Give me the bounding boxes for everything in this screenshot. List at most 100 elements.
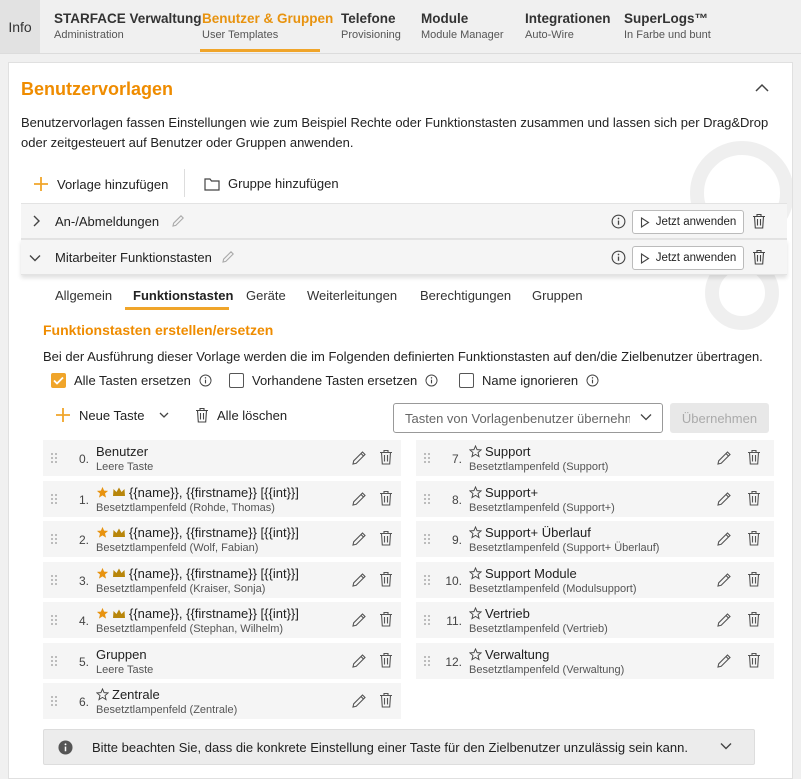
pencil-icon[interactable] bbox=[171, 214, 185, 228]
function-key-item[interactable]: 2. {{name}}, {{firstname}} [{{int}}] Beset… bbox=[43, 521, 401, 557]
checkbox[interactable] bbox=[459, 373, 474, 388]
nav-info[interactable]: Info bbox=[0, 0, 40, 53]
nav-module[interactable]: Module Module Manager bbox=[421, 11, 504, 41]
function-key-item[interactable]: 12. Verwaltung Besetztlampenfeld (Verwaltu… bbox=[416, 642, 774, 679]
edit-icon[interactable] bbox=[351, 531, 367, 547]
star-icon bbox=[96, 486, 109, 499]
key-index: 7. bbox=[451, 452, 462, 466]
drag-handle-icon[interactable] bbox=[423, 574, 431, 586]
function-key-item[interactable]: 8. Support+ Besetztlampenfeld (Support+) bbox=[416, 480, 774, 517]
drag-handle-icon[interactable] bbox=[50, 695, 58, 707]
tab-geraete[interactable]: Geräte bbox=[246, 288, 286, 303]
tab-berechtigungen[interactable]: Berechtigungen bbox=[420, 288, 511, 303]
drag-handle-icon[interactable] bbox=[50, 655, 58, 667]
trash-icon[interactable] bbox=[752, 213, 766, 229]
chevron-down-icon[interactable] bbox=[159, 411, 169, 419]
checkbox[interactable] bbox=[51, 373, 66, 388]
trash-icon[interactable] bbox=[379, 571, 393, 587]
nav-superlogs[interactable]: SuperLogs™ In Farbe und bunt bbox=[624, 11, 711, 41]
tab-allgemein[interactable]: Allgemein bbox=[55, 288, 112, 303]
trash-icon[interactable] bbox=[379, 449, 393, 465]
chevron-right-icon[interactable] bbox=[31, 215, 41, 227]
edit-icon[interactable] bbox=[351, 572, 367, 588]
trash-icon[interactable] bbox=[379, 490, 393, 506]
function-key-item[interactable]: 6. Zentrale Besetztlampenfeld (Zentrale) bbox=[43, 683, 401, 719]
function-key-item[interactable]: 0. Benutzer Leere Taste bbox=[43, 440, 401, 476]
trash-icon[interactable] bbox=[379, 652, 393, 668]
drag-handle-icon[interactable] bbox=[423, 493, 431, 505]
chevron-down-icon[interactable] bbox=[29, 253, 41, 263]
trash-icon[interactable] bbox=[747, 449, 761, 465]
info-icon[interactable] bbox=[199, 374, 212, 387]
template-row-expanded[interactable]: Mitarbeiter Funktionstasten Jetzt anwend… bbox=[21, 239, 787, 275]
edit-icon[interactable] bbox=[351, 450, 367, 466]
edit-icon[interactable] bbox=[716, 450, 732, 466]
edit-icon[interactable] bbox=[716, 531, 732, 547]
option-replace-all[interactable]: Alle Tasten ersetzen bbox=[51, 373, 212, 388]
function-key-item[interactable]: 1. {{name}}, {{firstname}} [{{int}}] Beset… bbox=[43, 480, 401, 517]
edit-icon[interactable] bbox=[351, 693, 367, 709]
option-ignore-name[interactable]: Name ignorieren bbox=[459, 373, 599, 388]
checkbox[interactable] bbox=[229, 373, 244, 388]
apply-button[interactable]: Übernehmen bbox=[670, 403, 769, 433]
edit-icon[interactable] bbox=[716, 612, 732, 628]
drag-handle-icon[interactable] bbox=[50, 533, 58, 545]
function-key-item[interactable]: 4. {{name}}, {{firstname}} [{{int}}] Beset… bbox=[43, 602, 401, 638]
nav-starface-verwaltung[interactable]: STARFACE Verwaltung Administration bbox=[54, 11, 202, 41]
function-key-item[interactable]: 9. Support+ Überlauf Besetztlampenfeld (Su… bbox=[416, 521, 774, 557]
drag-handle-icon[interactable] bbox=[50, 614, 58, 626]
drag-handle-icon[interactable] bbox=[423, 452, 431, 464]
edit-icon[interactable] bbox=[351, 612, 367, 628]
trash-icon[interactable] bbox=[752, 249, 766, 265]
nav-subtitle: Module Manager bbox=[421, 29, 504, 41]
info-icon[interactable] bbox=[611, 250, 626, 265]
function-key-item[interactable]: 3. {{name}}, {{firstname}} [{{int}}] Beset… bbox=[43, 561, 401, 598]
edit-icon[interactable] bbox=[351, 653, 367, 669]
info-icon[interactable] bbox=[425, 374, 438, 387]
chevron-down-icon[interactable] bbox=[720, 742, 732, 750]
info-icon[interactable] bbox=[586, 374, 599, 387]
trash-icon[interactable] bbox=[747, 611, 761, 627]
collapse-icon[interactable] bbox=[755, 83, 769, 93]
new-key-button[interactable]: Neue Taste bbox=[55, 407, 145, 423]
edit-icon[interactable] bbox=[716, 491, 732, 507]
edit-icon[interactable] bbox=[716, 572, 732, 588]
tab-weiterleitungen[interactable]: Weiterleitungen bbox=[307, 288, 397, 303]
trash-icon[interactable] bbox=[747, 530, 761, 546]
nav-benutzer-gruppen[interactable]: Benutzer & Gruppen User Templates bbox=[202, 11, 333, 41]
function-key-item[interactable]: 10. Support Module Besetztlampenfeld (Modu… bbox=[416, 561, 774, 598]
trash-icon[interactable] bbox=[379, 692, 393, 708]
trash-icon[interactable] bbox=[747, 652, 761, 668]
notice-bar[interactable]: Bitte beachten Sie, dass die konkrete Ei… bbox=[43, 729, 755, 765]
apply-now-button[interactable]: Jetzt anwenden bbox=[632, 210, 744, 234]
edit-icon[interactable] bbox=[716, 653, 732, 669]
drag-handle-icon[interactable] bbox=[50, 574, 58, 586]
apply-now-button[interactable]: Jetzt anwenden bbox=[632, 246, 744, 270]
apply-now-label: Jetzt anwenden bbox=[655, 252, 737, 264]
source-user-select[interactable]: Tasten von Vorlagenbenutzer übernehmen bbox=[393, 403, 663, 433]
drag-handle-icon[interactable] bbox=[423, 655, 431, 667]
info-icon[interactable] bbox=[611, 214, 626, 229]
pencil-icon[interactable] bbox=[221, 250, 235, 264]
delete-all-button[interactable]: Alle löschen bbox=[195, 407, 287, 423]
drag-handle-icon[interactable] bbox=[50, 452, 58, 464]
nav-integrationen[interactable]: Integrationen Auto-Wire bbox=[525, 11, 611, 41]
drag-handle-icon[interactable] bbox=[423, 614, 431, 626]
template-row[interactable]: An-/Abmeldungen Jetzt anwenden bbox=[21, 203, 787, 239]
add-template-button[interactable]: Vorlage hinzufügen bbox=[33, 176, 168, 192]
add-group-button[interactable]: Gruppe hinzufügen bbox=[204, 176, 339, 191]
trash-icon[interactable] bbox=[747, 571, 761, 587]
edit-icon[interactable] bbox=[351, 491, 367, 507]
nav-telefone[interactable]: Telefone Provisioning bbox=[341, 11, 401, 41]
tab-gruppen[interactable]: Gruppen bbox=[532, 288, 583, 303]
trash-icon[interactable] bbox=[747, 490, 761, 506]
function-key-item[interactable]: 7. Support Besetztlampenfeld (Support) bbox=[416, 440, 774, 476]
trash-icon[interactable] bbox=[379, 611, 393, 627]
drag-handle-icon[interactable] bbox=[423, 533, 431, 545]
drag-handle-icon[interactable] bbox=[50, 493, 58, 505]
function-key-item[interactable]: 11. Vertrieb Besetztlampenfeld (Vertrieb) bbox=[416, 602, 774, 638]
function-key-item[interactable]: 5. Gruppen Leere Taste bbox=[43, 642, 401, 679]
trash-icon[interactable] bbox=[379, 530, 393, 546]
tab-funktionstasten[interactable]: Funktionstasten bbox=[133, 288, 233, 303]
option-replace-existing[interactable]: Vorhandene Tasten ersetzen bbox=[229, 373, 438, 388]
